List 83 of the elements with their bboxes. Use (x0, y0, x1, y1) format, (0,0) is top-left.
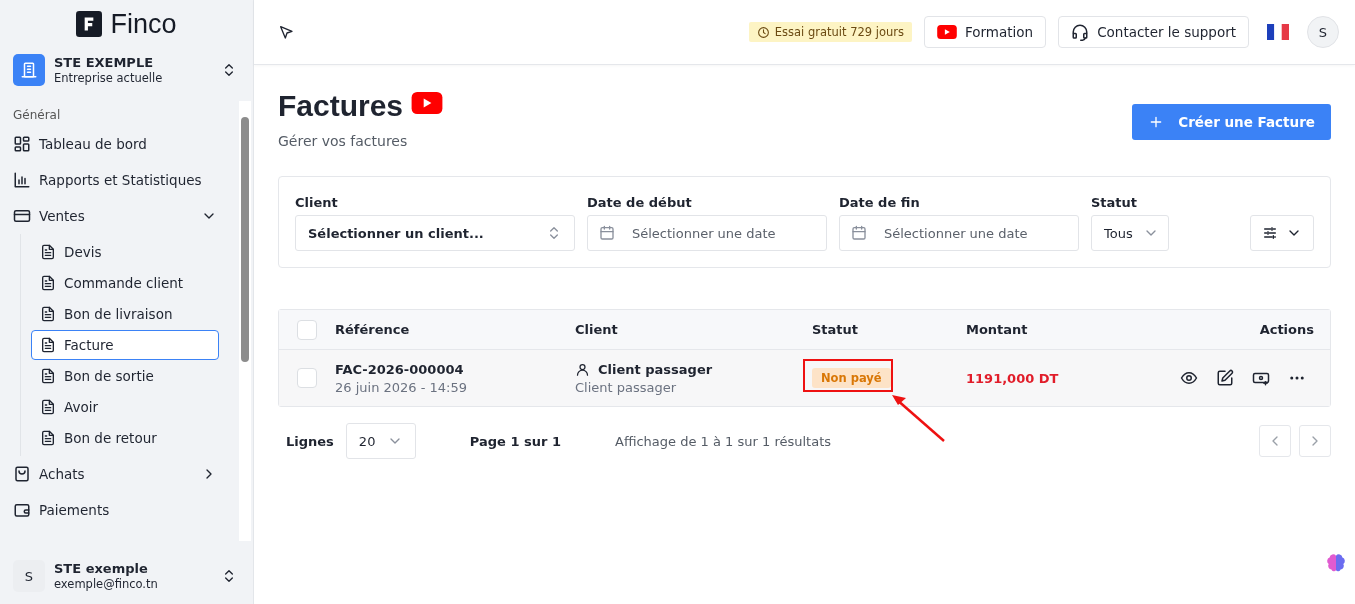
user-switcher[interactable]: S STE exemple exemple@finco.tn (0, 552, 253, 600)
bar-chart-icon (13, 171, 31, 189)
company-name: STE EXEMPLE (54, 55, 155, 70)
credit-card-icon (13, 207, 31, 225)
client-name: Client passager (598, 361, 713, 377)
create-invoice-button[interactable]: Créer une Facture (1132, 104, 1331, 140)
submenu-item[interactable]: Avoir (31, 392, 219, 422)
user-email: exemple@finco.tn (54, 577, 159, 591)
company-subtitle: Entreprise actuelle (54, 71, 164, 85)
submenu-item[interactable]: Bon de retour (31, 423, 219, 453)
client-select[interactable]: Sélectionner un client... (295, 215, 575, 251)
logo-text: Finco (110, 8, 177, 40)
support-button[interactable]: Contacter le support (1058, 16, 1249, 48)
filter-label: Client (295, 195, 339, 210)
video-play-icon (937, 25, 957, 39)
building-icon (13, 54, 45, 86)
video-play-icon[interactable] (411, 92, 444, 114)
document-icon (40, 430, 56, 446)
invoice-date: 26 juin 2026 - 14:59 (335, 379, 468, 395)
column-header: Statut (812, 322, 860, 337)
row-checkbox[interactable] (297, 368, 317, 388)
calendar-icon (851, 225, 867, 241)
date-field[interactable]: Sélectionner une date (839, 215, 1079, 251)
scrollbar[interactable] (239, 101, 251, 541)
user-name: STE exemple (54, 561, 149, 576)
annotation-arrow (890, 393, 946, 443)
submenu-item[interactable]: Facture (31, 330, 219, 360)
column-header: Référence (335, 322, 411, 337)
filter-label: Date de fin (839, 195, 921, 210)
dashboard-icon (13, 135, 31, 153)
page-indicator: Page 1 sur 1 (469, 433, 561, 449)
avatar: S (13, 560, 45, 592)
submenu-item[interactable]: Bon de livraison (31, 299, 219, 329)
invoice-reference: FAC-2026-000004 (335, 361, 465, 377)
logo-icon (76, 11, 103, 37)
formation-button[interactable]: Formation (924, 16, 1047, 48)
submenu-item[interactable]: Bon de sortie (31, 361, 219, 391)
submenu-item[interactable]: Devis (31, 237, 219, 267)
date-field[interactable]: Sélectionner une date (587, 215, 827, 251)
client-type: Client passager (575, 379, 678, 395)
user-icon (575, 361, 590, 377)
view-icon[interactable] (1180, 369, 1198, 387)
shopping-bag-icon (13, 465, 31, 483)
document-icon (40, 244, 56, 260)
document-icon (40, 368, 56, 384)
page-subtitle: Gérer vos factures (278, 133, 409, 149)
column-header: Montant (966, 322, 1029, 337)
filter-label: Statut (1091, 195, 1139, 210)
rows-label: Lignes (286, 433, 334, 449)
column-header: Actions (1258, 322, 1314, 337)
headset-icon (1071, 23, 1090, 41)
sidebar-item[interactable]: Achats (13, 456, 239, 492)
document-icon (40, 399, 56, 415)
rows-per-page-select[interactable]: 20 (345, 423, 416, 459)
status-dropdown[interactable]: Tous (1091, 215, 1169, 251)
page-title: Factures (278, 89, 404, 123)
document-icon (40, 306, 56, 322)
calendar-icon (599, 225, 615, 241)
trial-badge: Essai gratuit 729 jours (748, 22, 912, 42)
avatar[interactable]: S (1307, 16, 1339, 48)
sidebar-item[interactable]: Rapports et Statistiques (13, 162, 239, 198)
results-summary: Affichage de 1 à 1 sur 1 résultats (615, 433, 831, 449)
company-switcher[interactable]: STE EXEMPLE Entreprise actuelle (0, 46, 253, 94)
edit-icon[interactable] (1216, 369, 1234, 387)
document-icon (40, 337, 56, 353)
column-header: Client (575, 322, 619, 337)
submenu-item[interactable]: Commande client (31, 268, 219, 298)
filter-label: Date de début (587, 195, 693, 210)
cursor-icon (278, 24, 294, 40)
document-icon (40, 275, 56, 291)
invoice-amount: 1191,000 DT (966, 370, 1060, 386)
section-label: Général (13, 108, 62, 122)
sidebar-item[interactable]: Ventes (13, 198, 239, 234)
brain-icon[interactable] (1325, 552, 1347, 574)
flag-icon[interactable] (1267, 24, 1289, 40)
select-all-checkbox[interactable] (297, 319, 317, 340)
status-badge: Non payé (812, 368, 891, 388)
wallet-icon (13, 501, 31, 519)
sidebar-item[interactable]: Paiements (13, 492, 239, 528)
sliders-icon (1262, 225, 1278, 241)
sidebar-item[interactable]: Tableau de bord (13, 126, 239, 162)
clock-icon (756, 25, 770, 39)
columns-button[interactable] (1250, 215, 1314, 251)
